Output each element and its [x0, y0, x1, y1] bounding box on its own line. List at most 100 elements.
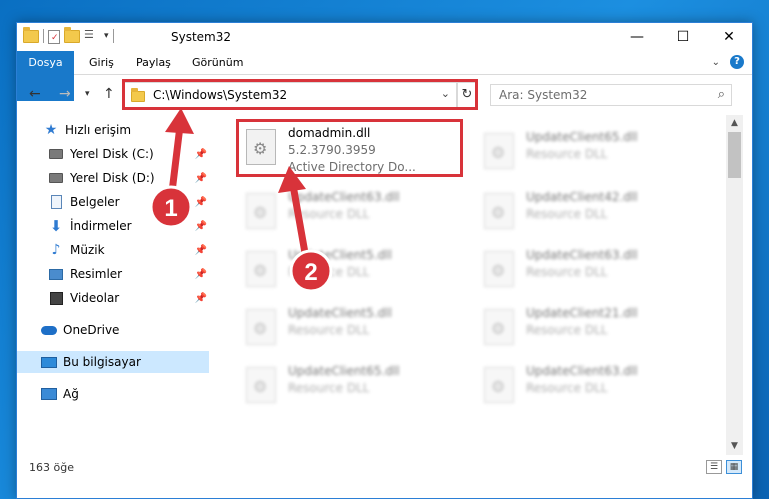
back-arrow-icon[interactable]: ← [29, 86, 41, 102]
search-placeholder: Ara: System32 [499, 88, 588, 102]
file-item[interactable]: UpdateClient42.dll Resource DLL [480, 185, 710, 235]
sidebar-item-documents[interactable]: Belgeler 📌 [17, 191, 213, 213]
file-description: Resource DLL [526, 207, 608, 221]
quick-access-toolbar: ✓ ☰ ▾ [23, 27, 114, 44]
pin-icon[interactable]: 📌 [195, 293, 207, 304]
status-bar: 163 öğe ☰ ▦ [17, 457, 752, 479]
file-description: Resource DLL [526, 147, 608, 161]
dll-file-icon [484, 251, 514, 287]
sidebar-item-this-pc[interactable]: Bu bilgisayar [17, 351, 209, 373]
details-view-icon[interactable]: ☰ [706, 460, 722, 474]
address-highlight-box [122, 79, 478, 110]
pin-icon[interactable]: 📌 [195, 269, 207, 280]
pin-icon[interactable]: 📌 [195, 197, 207, 208]
sidebar-item-disk-c[interactable]: Yerel Disk (C:) 📌 [17, 143, 213, 165]
pin-icon[interactable]: 📌 [195, 149, 207, 160]
file-item[interactable]: UpdateClient65.dll Resource DLL [242, 359, 472, 409]
sidebar-item-onedrive[interactable]: OneDrive [17, 319, 213, 341]
drive-icon [48, 146, 64, 162]
search-icon[interactable]: ⌕ [718, 87, 725, 102]
file-item[interactable]: UpdateClient65.dll Resource DLL [480, 125, 710, 175]
sidebar-item-label: Ağ [63, 387, 79, 401]
cloud-icon [41, 322, 57, 338]
tab-share[interactable]: Paylaş [124, 51, 183, 75]
sidebar-item-pictures[interactable]: Resimler 📌 [17, 263, 213, 285]
sidebar-item-label: Yerel Disk (C:) [70, 147, 154, 161]
music-icon: ♪ [51, 242, 61, 258]
tab-view[interactable]: Görünüm [180, 51, 255, 75]
sidebar-item-disk-d[interactable]: Yerel Disk (D:) 📌 [17, 167, 213, 189]
sidebar-item-videos[interactable]: Videolar 📌 [17, 287, 213, 309]
tab-home[interactable]: Giriş [77, 51, 126, 75]
dll-file-icon [484, 193, 514, 229]
help-icon[interactable]: ? [730, 55, 744, 69]
pin-icon[interactable]: 📌 [195, 221, 207, 232]
sidebar-item-label: Bu bilgisayar [63, 355, 141, 369]
file-name: UpdateClient21.dll [526, 306, 638, 320]
sidebar-item-quick-access[interactable]: ★ Hızlı erişim [17, 119, 213, 141]
file-item[interactable]: UpdateClient63.dll Resource DLL [480, 359, 710, 409]
divider [43, 29, 44, 43]
drive-icon [48, 170, 64, 186]
file-item[interactable]: UpdateClient5.dll Resource DLL [242, 301, 472, 351]
videos-icon [48, 290, 64, 306]
address-row: ← → ▾ ↑ C:\Windows\System32 ⌄ ↻ Ara: Sys… [17, 76, 752, 112]
forward-arrow-icon[interactable]: → [59, 86, 71, 102]
up-arrow-icon[interactable]: ↑ [103, 86, 115, 102]
pin-icon[interactable]: 📌 [195, 173, 207, 184]
sidebar-item-label: İndirmeler [70, 219, 132, 233]
sidebar-item-label: Yerel Disk (D:) [70, 171, 155, 185]
pin-icon[interactable]: 📌 [195, 245, 207, 256]
minimize-button[interactable]: — [614, 23, 660, 51]
file-name: UpdateClient65.dll [526, 130, 638, 144]
file-description: Resource DLL [288, 265, 370, 279]
dll-file-icon [246, 309, 276, 345]
document-icon [48, 194, 64, 210]
file-description: Resource DLL [526, 381, 608, 395]
close-button[interactable]: ✕ [706, 23, 752, 51]
scroll-thumb[interactable] [728, 132, 741, 178]
file-description: Resource DLL [288, 381, 370, 395]
dll-file-icon [484, 367, 514, 403]
customize-icon[interactable]: ☰ [84, 28, 100, 44]
file-name: UpdateClient63.dll [526, 248, 638, 262]
file-highlight-box [236, 119, 463, 177]
folder-icon [23, 27, 39, 44]
item-count: 163 öğe [29, 461, 74, 474]
file-description: Resource DLL [288, 207, 370, 221]
sidebar-item-network[interactable]: Ağ [17, 383, 213, 405]
file-item[interactable]: UpdateClient63.dll Resource DLL [242, 185, 472, 235]
network-icon [41, 386, 57, 402]
window-controls: — ☐ ✕ [614, 23, 752, 51]
sidebar-item-label: Müzik [70, 243, 105, 257]
scroll-up-icon[interactable]: ▲ [726, 115, 743, 132]
file-name: UpdateClient63.dll [526, 364, 638, 378]
ribbon-tabs: Dosya Giriş Paylaş Görünüm ⌄ ? [17, 51, 752, 101]
search-input[interactable]: Ara: System32 ⌕ [490, 84, 732, 106]
file-item[interactable]: UpdateClient21.dll Resource DLL [480, 301, 710, 351]
chevron-down-icon[interactable]: ▾ [104, 31, 109, 41]
vertical-scrollbar[interactable]: ▲ ▼ [726, 115, 743, 455]
computer-icon [41, 354, 57, 370]
file-item[interactable]: UpdateClient63.dll Resource DLL [480, 243, 710, 293]
file-name: UpdateClient63.dll [288, 190, 400, 204]
sidebar-item-downloads[interactable]: ⬇ İndirmeler 📌 [17, 215, 213, 237]
new-folder-icon[interactable] [64, 27, 80, 44]
file-name: UpdateClient5.dll [288, 248, 392, 262]
sidebar-item-label: Videolar [70, 291, 120, 305]
dll-file-icon [484, 309, 514, 345]
ribbon-right: ⌄ ? [712, 55, 744, 69]
star-icon: ★ [44, 122, 58, 138]
expand-ribbon-icon[interactable]: ⌄ [712, 57, 720, 68]
dll-file-icon [246, 193, 276, 229]
maximize-button[interactable]: ☐ [660, 23, 706, 51]
sidebar-item-label: Belgeler [70, 195, 120, 209]
tiles-view-icon[interactable]: ▦ [726, 460, 742, 474]
recent-chevron-icon[interactable]: ▾ [85, 89, 90, 99]
sidebar-item-music[interactable]: ♪ Müzik 📌 [17, 239, 213, 261]
file-item[interactable]: UpdateClient5.dll Resource DLL [242, 243, 472, 293]
properties-icon[interactable]: ✓ [48, 29, 60, 44]
scroll-down-icon[interactable]: ▼ [726, 438, 743, 455]
sidebar-item-label: Resimler [70, 267, 123, 281]
file-description: Resource DLL [526, 265, 608, 279]
